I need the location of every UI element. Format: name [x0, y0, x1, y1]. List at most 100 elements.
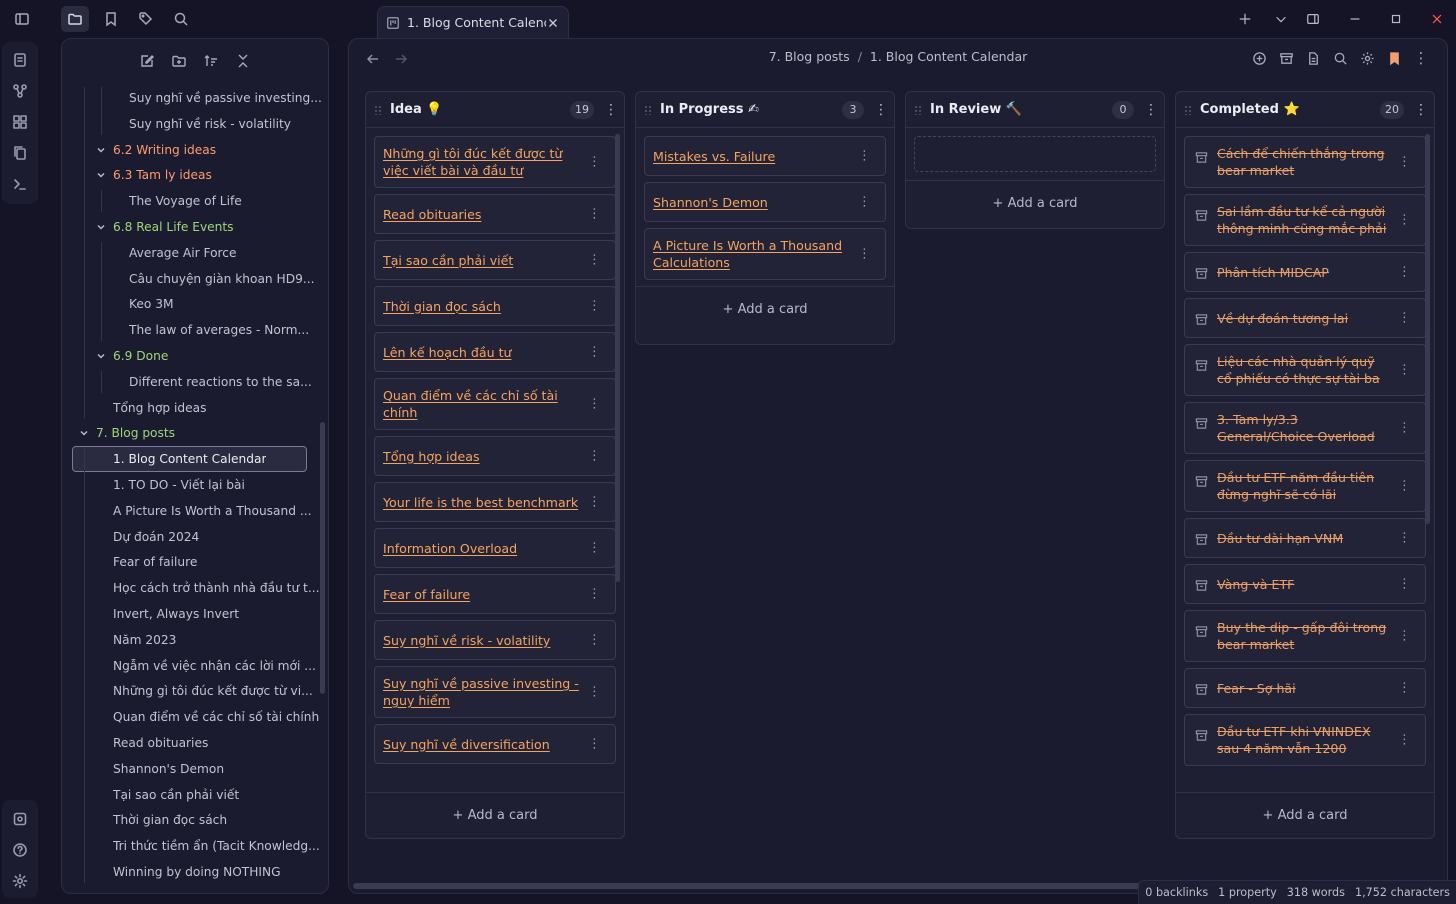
help-icon[interactable]: [4, 834, 36, 865]
card-menu-icon[interactable]: ⋮: [588, 299, 601, 314]
sidebar-item[interactable]: Tại sao cần phải viết: [62, 782, 328, 808]
lane-header[interactable]: Idea 💡 19 ⋮: [366, 92, 624, 128]
card-link[interactable]: Đầu tư dài hạn VNM: [1217, 530, 1343, 547]
chevron-down-icon[interactable]: [78, 427, 90, 439]
file-explorer-icon[interactable]: [61, 6, 89, 32]
card-link[interactable]: Đầu tư ETF khi VNINDEX sau 4 năm vẫn 120…: [1217, 723, 1393, 757]
sidebar-folder[interactable]: 6.9 Done: [62, 343, 328, 369]
kanban-card[interactable]: Cách để chiến thắng trong bear market ⋮: [1184, 136, 1426, 188]
card-link[interactable]: Suy nghĩ về passive investing - nguy hiể…: [383, 675, 583, 709]
add-card-button[interactable]: + Add a card: [906, 180, 1164, 226]
card-menu-icon[interactable]: ⋮: [588, 541, 601, 556]
card-link[interactable]: Suy nghĩ về diversification: [383, 736, 550, 753]
card-menu-icon[interactable]: ⋮: [588, 495, 601, 510]
minimize-icon[interactable]: [1340, 7, 1370, 31]
card-link[interactable]: Suy nghĩ về risk - volatility: [383, 632, 550, 649]
card-menu-icon[interactable]: ⋮: [1398, 421, 1411, 436]
card-link[interactable]: Tổng hợp ideas: [383, 448, 480, 465]
card-menu-icon[interactable]: ⋮: [588, 253, 601, 268]
tags-icon[interactable]: [132, 6, 160, 32]
sidebar-item[interactable]: Học cách trở thành nhà đầu tư t...: [62, 575, 328, 601]
canvas-icon[interactable]: [4, 44, 36, 75]
sidebar-item[interactable]: Tổng hợp ideas: [62, 395, 328, 421]
chevron-down-icon[interactable]: [95, 350, 107, 362]
card-link[interactable]: Read obituaries: [383, 206, 481, 223]
copy-icon[interactable]: [4, 137, 36, 168]
kanban-card[interactable]: Suy nghĩ về risk - volatility ⋮: [374, 620, 616, 660]
card-link[interactable]: Your life is the best benchmark: [383, 494, 578, 511]
card-link[interactable]: Fear - Sợ hãi: [1217, 680, 1296, 697]
card-menu-icon[interactable]: ⋮: [1398, 311, 1411, 326]
card-link[interactable]: Đầu tư ETF năm đầu tiên đừng nghĩ sẽ có …: [1217, 469, 1393, 503]
terminal-icon[interactable]: [4, 168, 36, 199]
lane-menu-icon[interactable]: ⋮: [604, 103, 618, 117]
card-menu-icon[interactable]: ⋮: [1398, 155, 1411, 170]
dashboard-icon[interactable]: [4, 106, 36, 137]
sidebar-item[interactable]: Invert, Always Invert: [62, 601, 328, 627]
status-properties[interactable]: 1 property: [1218, 886, 1277, 899]
chevron-down-icon[interactable]: [95, 169, 107, 181]
add-lane-icon[interactable]: [1249, 47, 1269, 69]
sidebar-item[interactable]: Shannon's Demon: [62, 756, 328, 782]
card-link[interactable]: Phân tích MIDCAP: [1217, 264, 1329, 281]
card-menu-icon[interactable]: ⋮: [588, 155, 601, 170]
markdown-view-icon[interactable]: [1303, 47, 1323, 69]
kanban-card[interactable]: Phân tích MIDCAP ⋮: [1184, 252, 1426, 292]
card-menu-icon[interactable]: ⋮: [1398, 265, 1411, 280]
card-link[interactable]: Vàng và ETF: [1217, 576, 1294, 593]
card-menu-icon[interactable]: ⋮: [588, 397, 601, 412]
sidebar-item[interactable]: Read obituaries: [62, 730, 328, 756]
more-options-icon[interactable]: ⋮: [1411, 47, 1431, 69]
card-link[interactable]: Về dự đoán tương lai: [1217, 310, 1348, 327]
card-menu-icon[interactable]: ⋮: [588, 633, 601, 648]
kanban-card[interactable]: Shannon's Demon ⋮: [644, 182, 886, 222]
sidebar-folder[interactable]: 6.8 Real Life Events: [62, 214, 328, 240]
card-link[interactable]: 3. Tam ly/3.3 General/Choice Overload: [1217, 411, 1393, 445]
card-menu-icon[interactable]: ⋮: [1398, 531, 1411, 546]
bookmark-filled-icon[interactable]: [1384, 47, 1404, 69]
kanban-card[interactable]: Liệu các nhà quản lý quỹ cổ phiếu có thự…: [1184, 344, 1426, 396]
new-tab-icon[interactable]: [1230, 7, 1260, 31]
right-sidebar-toggle-icon[interactable]: [1298, 7, 1328, 31]
kanban-card[interactable]: Đầu tư dài hạn VNM ⋮: [1184, 518, 1426, 558]
graph-view-icon[interactable]: [4, 75, 36, 106]
card-menu-icon[interactable]: ⋮: [1398, 213, 1411, 228]
drag-handle-icon[interactable]: [914, 104, 922, 115]
card-link[interactable]: Những gì tôi đúc kết được từ việc viết b…: [383, 145, 583, 179]
lane-menu-icon[interactable]: ⋮: [1144, 103, 1158, 117]
kanban-card[interactable]: Vàng và ETF ⋮: [1184, 564, 1426, 604]
lane-menu-icon[interactable]: ⋮: [874, 103, 888, 117]
kanban-card[interactable]: Về dự đoán tương lai ⋮: [1184, 298, 1426, 338]
lane-header[interactable]: In Progress ✍ 3 ⋮: [636, 92, 894, 128]
kanban-card[interactable]: A Picture Is Worth a Thousand Calculatio…: [644, 228, 886, 280]
archive-icon[interactable]: [1276, 47, 1296, 69]
sidebar-item[interactable]: Fear of failure: [62, 549, 328, 575]
card-menu-icon[interactable]: ⋮: [588, 737, 601, 752]
card-link[interactable]: Quan điểm về các chỉ số tài chính: [383, 387, 583, 421]
kanban-card[interactable]: Tại sao cần phải viết ⋮: [374, 240, 616, 280]
vault-icon[interactable]: [4, 803, 36, 834]
sidebar-item[interactable]: Tri thức tiềm ẩn (Tacit Knowledg...: [62, 833, 328, 859]
breadcrumb-current[interactable]: 1. Blog Content Calendar: [870, 49, 1027, 64]
card-menu-icon[interactable]: ⋮: [1398, 733, 1411, 748]
card-link[interactable]: Mistakes vs. Failure: [653, 148, 775, 165]
kanban-card[interactable]: Quan điểm về các chỉ số tài chính ⋮: [374, 378, 616, 430]
card-menu-icon[interactable]: ⋮: [858, 247, 871, 262]
sidebar-folder[interactable]: 6.2 Writing ideas: [62, 137, 328, 163]
board-settings-icon[interactable]: [1357, 47, 1377, 69]
close-window-icon[interactable]: [1422, 7, 1452, 31]
lane-scrollbar[interactable]: [615, 134, 620, 582]
add-card-button[interactable]: + Add a card: [1176, 792, 1434, 838]
card-link[interactable]: Lên kế hoạch đầu tư: [383, 344, 512, 361]
kanban-card[interactable]: 3. Tam ly/3.3 General/Choice Overload ⋮: [1184, 402, 1426, 454]
card-menu-icon[interactable]: ⋮: [588, 207, 601, 222]
card-menu-icon[interactable]: ⋮: [858, 195, 871, 210]
sidebar-item[interactable]: Ngẫm về việc nhận các lời mới ...: [62, 653, 328, 679]
kanban-card[interactable]: Buy the dip - gấp đôi trong bear market ⋮: [1184, 610, 1426, 662]
card-menu-icon[interactable]: ⋮: [588, 685, 601, 700]
kanban-card[interactable]: Read obituaries ⋮: [374, 194, 616, 234]
card-link[interactable]: Buy the dip - gấp đôi trong bear market: [1217, 619, 1393, 653]
close-tab-icon[interactable]: [546, 16, 560, 30]
kanban-card[interactable]: Lên kế hoạch đầu tư ⋮: [374, 332, 616, 372]
sidebar-scrollbar[interactable]: [320, 422, 325, 694]
